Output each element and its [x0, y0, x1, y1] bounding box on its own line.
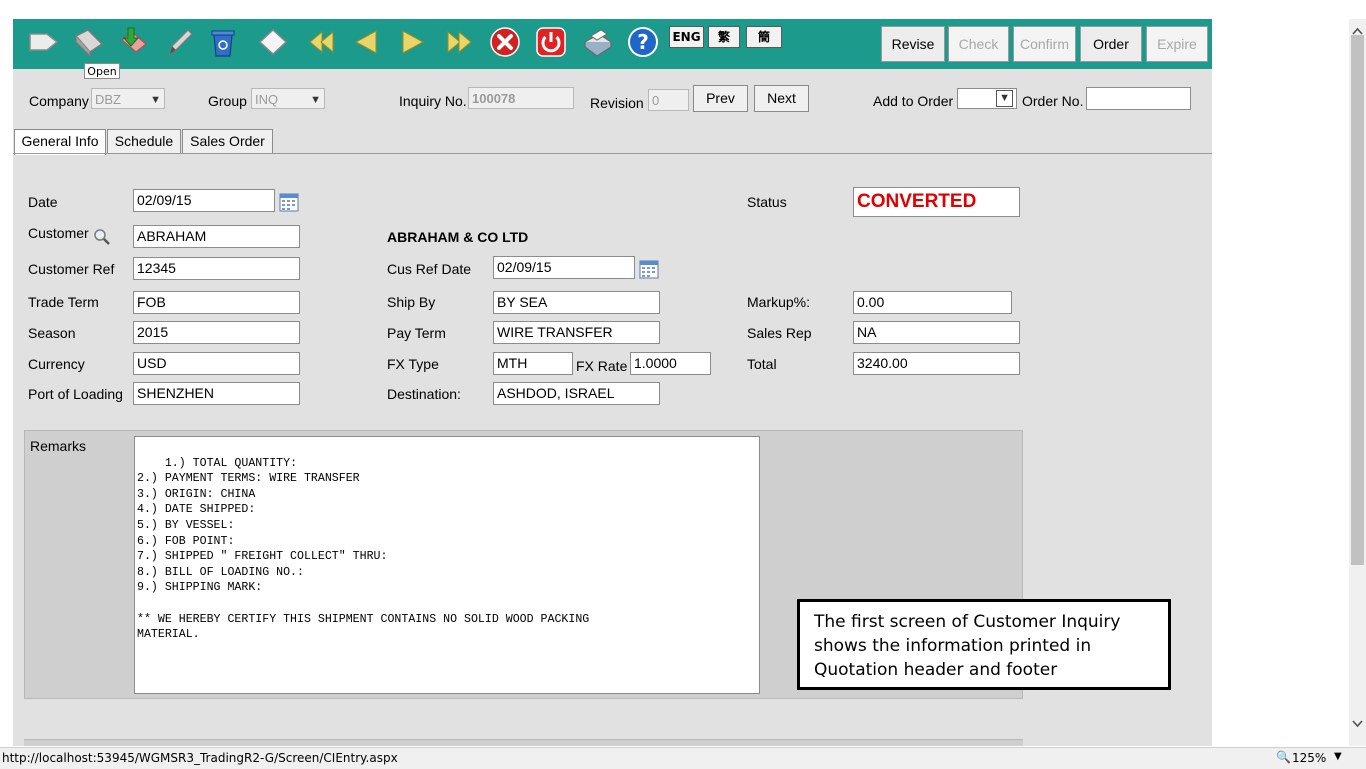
- markup-field[interactable]: 0.00: [853, 291, 1012, 314]
- tab-general-info[interactable]: General Info: [14, 129, 106, 155]
- destination-label: Destination:: [387, 386, 461, 402]
- help-icon[interactable]: ?: [627, 26, 659, 58]
- tab-divider: [13, 153, 1212, 154]
- chevron-down-icon: ▼: [150, 94, 161, 106]
- zoom-icon: 🔍: [1276, 750, 1291, 764]
- date-field[interactable]: 02/09/15: [133, 189, 275, 212]
- cus-ref-date-field[interactable]: 02/09/15: [493, 256, 635, 279]
- first-icon[interactable]: [305, 26, 337, 58]
- lang-simplified-button[interactable]: 簡: [746, 26, 782, 48]
- calendar-icon[interactable]: [639, 259, 659, 279]
- company-value: DBZ: [95, 92, 121, 107]
- inquiry-no-label: Inquiry No.: [399, 93, 467, 109]
- lang-traditional-button[interactable]: 繁: [708, 26, 740, 48]
- group-select[interactable]: INQ ▼: [251, 88, 325, 109]
- group-label: Group: [208, 93, 247, 109]
- check-button[interactable]: Check: [948, 26, 1009, 62]
- destination-field[interactable]: ASHDOD, ISRAEL: [493, 382, 660, 405]
- tab-sales-order[interactable]: Sales Order: [182, 129, 273, 153]
- clear-icon[interactable]: [257, 26, 289, 58]
- currency-label: Currency: [28, 356, 85, 372]
- status-field: CONVERTED: [853, 187, 1020, 217]
- last-icon[interactable]: [444, 26, 476, 58]
- markup-label: Markup%:: [747, 294, 811, 310]
- calendar-icon[interactable]: [279, 192, 299, 212]
- fx-type-label: FX Type: [387, 356, 439, 372]
- season-label: Season: [28, 325, 76, 341]
- ship-by-field[interactable]: BY SEA: [493, 291, 660, 314]
- season-field[interactable]: 2015: [133, 321, 300, 344]
- revise-button[interactable]: Revise: [881, 26, 945, 62]
- expire-button[interactable]: Expire: [1146, 26, 1208, 62]
- prev-icon[interactable]: [350, 26, 382, 58]
- confirm-button[interactable]: Confirm: [1013, 26, 1076, 62]
- order-no-field[interactable]: [1086, 87, 1191, 110]
- fx-rate-label: FX Rate: [576, 358, 628, 374]
- cancel-icon[interactable]: [489, 26, 521, 58]
- customer-name: ABRAHAM & CO LTD: [387, 229, 529, 245]
- date-label: Date: [28, 194, 58, 210]
- power-icon[interactable]: [535, 26, 567, 58]
- customer-field[interactable]: ABRAHAM: [133, 225, 300, 248]
- remarks-textarea[interactable]: 1.) TOTAL QUANTITY: 2.) PAYMENT TERMS: W…: [134, 436, 760, 694]
- svg-text:?: ?: [637, 30, 649, 54]
- group-value: INQ: [255, 92, 279, 107]
- print-icon[interactable]: [581, 26, 613, 58]
- chevron-down-icon: ▼: [996, 90, 1013, 107]
- lang-eng-button[interactable]: ENG: [669, 26, 704, 48]
- remarks-label: Remarks: [30, 438, 87, 454]
- tab-schedule[interactable]: Schedule: [107, 129, 181, 153]
- chevron-down-icon: ▼: [310, 94, 321, 106]
- annotation-callout: The first screen of Customer Inquiry sho…: [797, 599, 1171, 690]
- search-icon[interactable]: [93, 228, 111, 246]
- fx-type-field[interactable]: MTH: [493, 352, 573, 375]
- page-scrollbar-thumb[interactable]: [1351, 35, 1364, 565]
- bottom-panel-edge: [24, 739, 1023, 746]
- next-icon[interactable]: [397, 26, 429, 58]
- port-of-loading-label: Port of Loading: [28, 386, 123, 402]
- trade-term-field[interactable]: FOB: [133, 291, 300, 314]
- fx-rate-field[interactable]: 1.0000: [630, 352, 711, 375]
- pencil-icon[interactable]: [164, 26, 196, 58]
- customer-ref-label: Customer Ref: [28, 261, 115, 277]
- company-select[interactable]: DBZ ▼: [91, 88, 165, 109]
- new-icon[interactable]: [27, 26, 59, 58]
- add-to-order-select[interactable]: ▼: [957, 88, 1017, 109]
- download-icon[interactable]: [116, 26, 148, 58]
- sales-rep-label: Sales Rep: [747, 325, 812, 341]
- sales-rep-field[interactable]: NA: [853, 321, 1020, 344]
- status-url: http://localhost:53945/WGMSR3_TradingR2-…: [2, 751, 398, 765]
- next-button[interactable]: Next: [754, 85, 809, 112]
- ship-by-label: Ship By: [387, 294, 436, 310]
- prev-button[interactable]: Prev: [693, 85, 748, 112]
- total-label: Total: [747, 356, 777, 372]
- company-label: Company: [29, 93, 89, 109]
- status-label: Status: [747, 194, 787, 210]
- currency-field[interactable]: USD: [133, 352, 300, 375]
- browser-statusbar: http://localhost:53945/WGMSR3_TradingR2-…: [0, 747, 1366, 769]
- zoom-dropdown-icon[interactable]: ▼: [1334, 751, 1342, 762]
- add-to-order-label: Add to Order: [873, 93, 954, 109]
- toolbar: ? ENG 繁 簡 Revise Check Confirm Order Exp…: [13, 19, 1212, 69]
- zoom-level[interactable]: 125%: [1292, 751, 1326, 765]
- customer-label: Customer: [28, 225, 89, 241]
- revision-label: Revision: [590, 95, 644, 111]
- order-button[interactable]: Order: [1080, 26, 1142, 62]
- cus-ref-date-label: Cus Ref Date: [387, 261, 472, 277]
- remarks-text: 1.) TOTAL QUANTITY: 2.) PAYMENT TERMS: W…: [137, 456, 590, 642]
- trade-term-label: Trade Term: [28, 294, 99, 310]
- recycle-bin-icon[interactable]: [207, 26, 239, 58]
- pay-term-field[interactable]: WIRE TRANSFER: [493, 321, 660, 344]
- open-tooltip: Open: [84, 63, 120, 79]
- port-of-loading-field[interactable]: SHENZHEN: [133, 382, 300, 405]
- remarks-scrollbar[interactable]: [739, 437, 759, 693]
- order-no-label: Order No.: [1022, 93, 1084, 109]
- customer-ref-field[interactable]: 12345: [133, 257, 300, 280]
- total-field[interactable]: 3240.00: [853, 352, 1020, 375]
- inquiry-no-field[interactable]: 100078: [468, 87, 574, 109]
- revision-field[interactable]: 0: [648, 89, 689, 111]
- pay-term-label: Pay Term: [387, 325, 446, 341]
- open-icon[interactable]: [72, 26, 104, 58]
